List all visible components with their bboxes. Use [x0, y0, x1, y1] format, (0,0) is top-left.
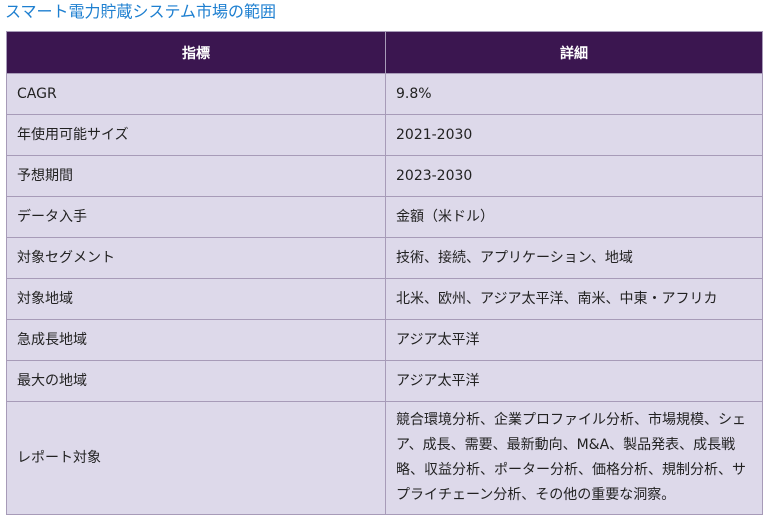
- row-metric: 年使用可能サイズ: [6, 114, 386, 156]
- page-title: スマート電力貯蔵システム市場の範囲: [5, 2, 277, 21]
- row-metric: 最大の地域: [6, 360, 386, 402]
- row-metric: 急成長地域: [6, 319, 386, 361]
- row-metric: 対象セグメント: [6, 237, 386, 279]
- table-row: 最大の地域 アジア太平洋: [6, 360, 763, 402]
- row-metric: レポート対象: [6, 401, 386, 515]
- row-detail: 2021-2030: [385, 114, 763, 156]
- row-detail: 9.8%: [385, 73, 763, 115]
- row-metric: 対象地域: [6, 278, 386, 320]
- header-detail: 詳細: [385, 31, 763, 74]
- row-detail: 北米、欧州、アジア太平洋、南米、中東・アフリカ: [385, 278, 763, 320]
- table-row: CAGR 9.8%: [6, 73, 763, 115]
- table-row: 対象セグメント 技術、接続、アプリケーション、地域: [6, 237, 763, 279]
- table-row: 年使用可能サイズ 2021-2030: [6, 114, 763, 156]
- table-row: レポート対象 競合環境分析、企業プロファイル分析、市場規模、シェア、成長、需要、…: [6, 401, 763, 515]
- market-scope-table: 指標 詳細 CAGR 9.8% 年使用可能サイズ 2021-2030 予想期間 …: [6, 31, 763, 515]
- row-metric: データ入手: [6, 196, 386, 238]
- header-metric: 指標: [6, 31, 386, 74]
- row-detail: アジア太平洋: [385, 319, 763, 361]
- row-detail: アジア太平洋: [385, 360, 763, 402]
- row-metric: CAGR: [6, 73, 386, 115]
- row-detail: 技術、接続、アプリケーション、地域: [385, 237, 763, 279]
- row-detail: 競合環境分析、企業プロファイル分析、市場規模、シェア、成長、需要、最新動向、M&…: [385, 401, 763, 515]
- row-detail: 金額（米ドル）: [385, 196, 763, 238]
- page: スマート電力貯蔵システム市場の範囲 指標 詳細 CAGR 9.8% 年使用可能サ…: [0, 0, 763, 515]
- table-header-row: 指標 詳細: [6, 31, 763, 74]
- table-row: データ入手 金額（米ドル）: [6, 196, 763, 238]
- table-row: 対象地域 北米、欧州、アジア太平洋、南米、中東・アフリカ: [6, 278, 763, 320]
- row-metric: 予想期間: [6, 155, 386, 197]
- row-detail: 2023-2030: [385, 155, 763, 197]
- table-row: 予想期間 2023-2030: [6, 155, 763, 197]
- table-row: 急成長地域 アジア太平洋: [6, 319, 763, 361]
